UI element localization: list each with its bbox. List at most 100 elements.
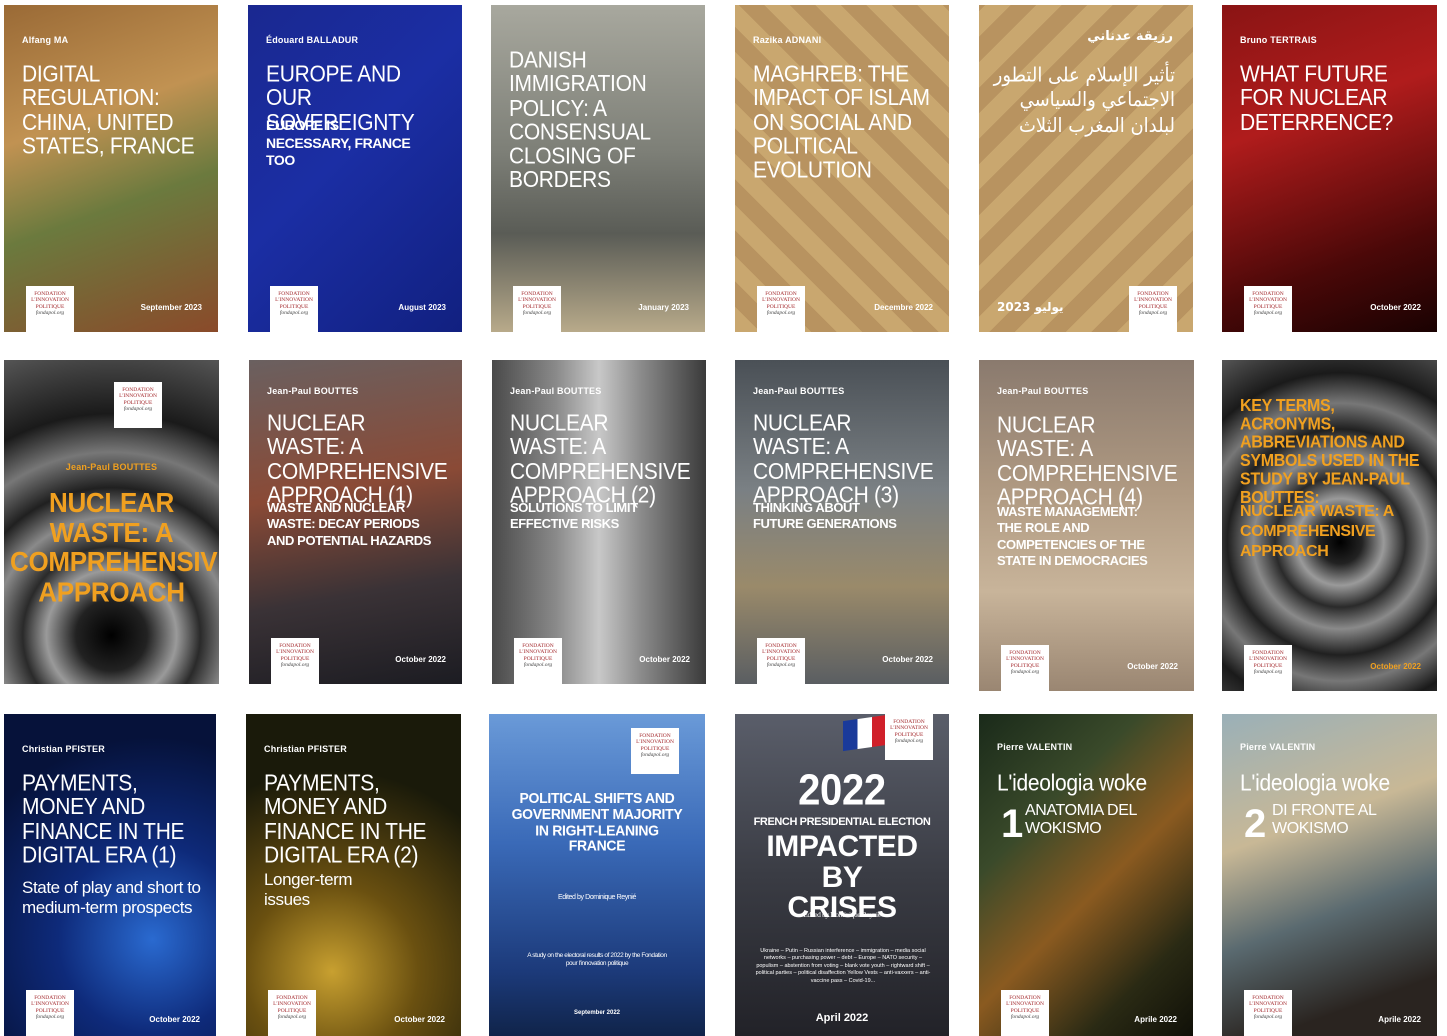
cover-date: يوليو 2023 (997, 300, 1064, 314)
cover-subtitle: Waste management: the role and competenc… (997, 504, 1148, 568)
cover-title: Nuclear waste: a comprehensive approach … (753, 410, 934, 508)
cover-nuclear-waste-4[interactable]: Jean-Paul BOUTTES Nuclear waste: a compr… (979, 360, 1194, 691)
cover-date: October 2022 (1370, 662, 1421, 671)
cover-political-shifts[interactable]: FONDATION L'INNOVATION POLITIQUE fondapol.o… (489, 714, 705, 1036)
cover-note: A study on the electoral results of 2022… (527, 952, 667, 967)
cover-title: L'ideologia woke (1240, 770, 1390, 796)
cover-subtitle: State of play and short to medium-term p… (22, 878, 201, 917)
cover-date: October 2022 (639, 655, 690, 664)
cover-date: October 2022 (149, 1015, 200, 1024)
french-flag-icon (843, 714, 887, 752)
cover-payments-1[interactable]: Christian PFISTER Payments, money and fi… (4, 714, 216, 1036)
cover-date: October 2022 (1127, 662, 1178, 671)
cover-title: What future for nuclear deterrence? (1240, 61, 1394, 135)
cover-author: Édouard BALLADUR (266, 35, 359, 45)
cover-author: Alfang MA (22, 35, 69, 45)
cover-ideologia-woke-1[interactable]: Pierre VALENTIN L'ideologia woke 1 Anato… (979, 714, 1193, 1036)
cover-title: Danish immigration policy: a consensual … (509, 47, 650, 193)
cover-title: Maghreb: the impact of Islam on social a… (753, 61, 930, 183)
cover-editor: Edited by Dominique Reynié (803, 910, 881, 919)
cover-nuclear-waste-2[interactable]: Jean-Paul BOUTTES Nuclear waste: a compr… (492, 360, 706, 684)
cover-subtitle: Solutions to limit effective risks (510, 500, 638, 532)
cover-author: Bruno TERTRAIS (1240, 35, 1317, 45)
cover-digital-regulation[interactable]: Alfang MA Digital regulation: China, Uni… (4, 5, 218, 332)
cover-europe-sovereignty[interactable]: Édouard BALLADUR Europe and our sovereig… (248, 5, 462, 332)
volume-number: 2 (1244, 802, 1267, 846)
cover-author: Pierre VALENTIN (997, 742, 1073, 752)
cover-date: October 2022 (394, 1015, 445, 1024)
cover-keywords: Ukraine – Putin – Russian interference –… (755, 948, 931, 984)
cover-subtitle: Longer-term issues (264, 870, 353, 909)
fondapol-logo: FONDATION L'INNOVATION POLITIQUE fondapol.o… (1244, 990, 1292, 1036)
cover-author: Jean-Paul BOUTTES (997, 386, 1089, 396)
cover-author: رزيقة عدناني (1087, 29, 1173, 44)
cover-title: Nuclear waste: a comprehensive approach (10, 485, 219, 608)
cover-title: Payments, money and finance in the digit… (264, 770, 427, 868)
cover-subtitle: Waste and nuclear waste: decay periods a… (267, 500, 431, 548)
cover-key-terms[interactable]: Key terms, acronyms, abbreviations and s… (1222, 360, 1437, 691)
cover-date: Aprile 2022 (1134, 1015, 1177, 1024)
fondapol-logo: FONDATION L'INNOVATION POLITIQUE fondapol.o… (1244, 645, 1292, 691)
cover-title: تأثير الإسلام على التطور الاجتماعي والسي… (993, 64, 1176, 138)
fondapol-logo: FONDATION L'INNOVATION POLITIQUE fondapol.o… (513, 286, 561, 332)
cover-presidential-election[interactable]: FONDATION L'INNOVATION POLITIQUE fondapol.o… (735, 714, 949, 1036)
fondapol-logo: FONDATION L'INNOVATION POLITIQUE fondapol.o… (1001, 990, 1049, 1036)
cover-date: September 2023 (140, 303, 202, 312)
cover-subtitle: Edited by Dominique Reynié (558, 894, 636, 901)
fondapol-logo: FONDATION L'INNOVATION POLITIQUE fondapol.o… (270, 286, 318, 332)
fondapol-logo: FONDATION L'INNOVATION POLITIQUE fondapol.o… (1129, 286, 1177, 332)
cover-subtitle: Nuclear waste: a comprehensive approach (1240, 503, 1394, 560)
cover-subtitle: Anatomia del wokismo (1025, 802, 1137, 837)
fondapol-logo: FONDATION L'INNOVATION POLITIQUE fondapol.o… (1244, 286, 1292, 332)
cover-title: Political shifts and government majority… (511, 788, 683, 855)
cover-danish-immigration[interactable]: Danish immigration policy: a consensual … (491, 5, 705, 332)
cover-title: Digital regulation: China, United States… (22, 61, 195, 159)
fondapol-logo: FONDATION L'INNOVATION POLITIQUE fondapol.o… (114, 382, 162, 428)
cover-date: September 2022 (573, 1010, 621, 1016)
cover-author: Jean-Paul BOUTTES (753, 386, 845, 396)
cover-author: Razika ADNANI (753, 35, 822, 45)
cover-ideologia-woke-2[interactable]: Pierre VALENTIN L'ideologia woke 2 Di fr… (1222, 714, 1437, 1036)
fondapol-logo: FONDATION L'INNOVATION POLITIQUE fondapol.o… (26, 990, 74, 1036)
cover-date: October 2022 (395, 655, 446, 664)
cover-title: Nuclear waste: a comprehensive approach … (510, 410, 691, 508)
cover-date: October 2022 (1370, 303, 1421, 312)
cover-date: Decembre 2022 (874, 303, 933, 312)
cover-title: Payments, money and finance in the digit… (22, 770, 185, 868)
cover-author: Jean-Paul BOUTTES (510, 386, 602, 396)
cover-subtitle: Thinking about future generations (753, 500, 897, 532)
cover-title: Nuclear waste: a comprehensive approach … (997, 412, 1178, 510)
cover-date: October 2022 (882, 655, 933, 664)
cover-maghreb-islam[interactable]: Razika ADNANI Maghreb: the impact of Isl… (735, 5, 949, 332)
fondapol-logo: FONDATION L'INNOVATION POLITIQUE fondapol.o… (26, 286, 74, 332)
cover-author: Christian PFISTER (22, 744, 105, 754)
cover-date: January 2023 (638, 303, 689, 312)
fondapol-logo: FONDATION L'INNOVATION POLITIQUE fondapol.o… (271, 638, 319, 684)
cover-subtitle: Di fronte al wokismo (1272, 802, 1376, 837)
fondapol-logo: FONDATION L'INNOVATION POLITIQUE fondapol.o… (885, 714, 933, 760)
cover-nuclear-deterrence[interactable]: Bruno TERTRAIS What future for nuclear d… (1222, 5, 1437, 332)
cover-maghreb-islam-arabic[interactable]: رزيقة عدناني تأثير الإسلام على التطور ال… (979, 5, 1193, 332)
volume-number: 1 (1001, 802, 1024, 846)
fondapol-logo: FONDATION L'INNOVATION POLITIQUE fondapol.o… (1001, 645, 1049, 691)
cover-nuclear-waste-1[interactable]: Jean-Paul BOUTTES Nuclear waste: a compr… (249, 360, 462, 684)
cover-payments-2[interactable]: Christian PFISTER Payments, money and fi… (246, 714, 461, 1036)
fondapol-logo: FONDATION L'INNOVATION POLITIQUE fondapol.o… (757, 638, 805, 684)
cover-subtitle: French presidential election (753, 816, 931, 828)
cover-title: Key terms, acronyms, abbreviations and s… (1240, 396, 1420, 507)
cover-title: Nuclear waste: a comprehensive approach … (267, 410, 448, 508)
cover-author: Jean-Paul BOUTTES (65, 462, 158, 472)
cover-author: Jean-Paul BOUTTES (267, 386, 359, 396)
cover-author: Christian PFISTER (264, 744, 347, 754)
fondapol-logo: FONDATION L'INNOVATION POLITIQUE fondapol.o… (757, 286, 805, 332)
fondapol-logo: FONDATION L'INNOVATION POLITIQUE fondapol.o… (514, 638, 562, 684)
fondapol-logo: FONDATION L'INNOVATION POLITIQUE fondapol.o… (631, 728, 679, 774)
cover-nuclear-waste-main[interactable]: FONDATION L'INNOVATION POLITIQUE fondapol.o… (4, 360, 219, 684)
cover-subtitle: Europe is necessary, France too (266, 117, 411, 168)
fondapol-logo: FONDATION L'INNOVATION POLITIQUE fondapol.o… (268, 990, 316, 1036)
cover-nuclear-waste-3[interactable]: Jean-Paul BOUTTES Nuclear waste: a compr… (735, 360, 949, 684)
cover-author: Pierre VALENTIN (1240, 742, 1316, 752)
cover-date: April 2022 (815, 1012, 869, 1024)
cover-date: Aprile 2022 (1378, 1015, 1421, 1024)
cover-title: 2022 (798, 766, 886, 815)
